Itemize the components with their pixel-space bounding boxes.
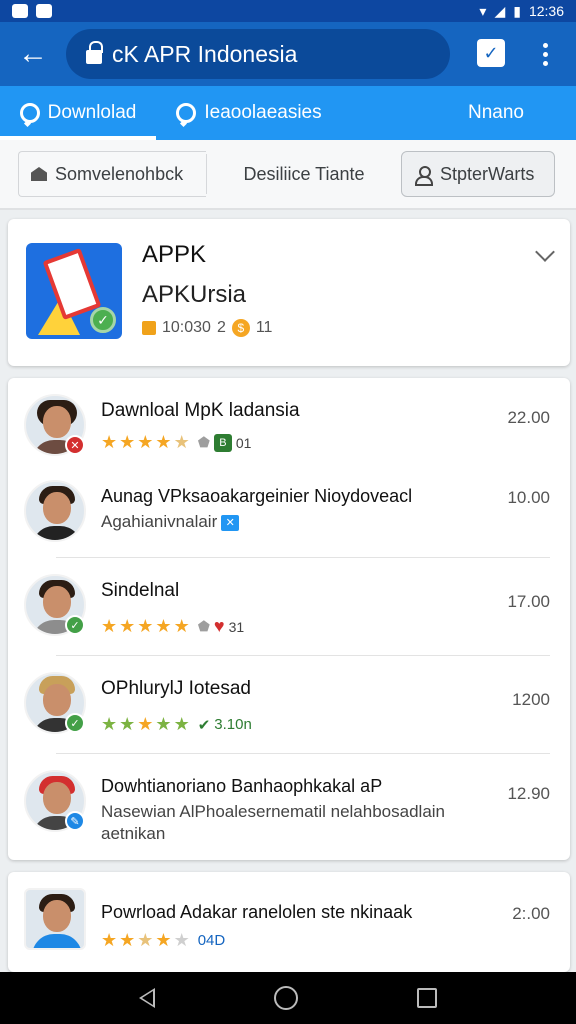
system-nav-bar xyxy=(0,972,576,1024)
filter-chip-3[interactable]: StpterWarts xyxy=(401,151,555,197)
leaf-icon: ✔ xyxy=(197,716,211,734)
tab-label: Nnano xyxy=(468,102,524,123)
battery-icon: ▮ xyxy=(513,2,521,19)
app-icon: ✓ xyxy=(26,243,122,339)
rating-stars: ★ ★ ★ ★ ★ ⬟ ♥ 31 xyxy=(101,616,245,636)
rating-stars: ★ ★ ★ ★ ★ ⬟ B 01 xyxy=(101,432,252,452)
item-title: Dawnloal MpK ladansia xyxy=(101,400,300,421)
item-subtitle: Agahianivnalair xyxy=(101,512,218,531)
tab-bar: Downlolad Ieaoolaeasies Nnano xyxy=(0,86,576,140)
status-right: ▾ ◢ ▮ 12:36 xyxy=(479,3,564,20)
badge-icon: ✓ xyxy=(65,713,85,733)
item-title: Powrload Adakar ranelolen ste nkinaak xyxy=(101,902,413,922)
tab-label: Ieaoolaeasies xyxy=(204,102,322,123)
signal-icon: ◢ xyxy=(494,2,506,19)
item-title: Sindelnal xyxy=(101,580,180,601)
list-item[interactable]: ✓ Sindelnal ★ ★ ★ ★ ★ ⬟ ♥ 31 17.00 xyxy=(8,558,570,656)
item-title: Dowhtianoriano Banhaophkakal aP xyxy=(101,776,383,796)
meta-value: 10:030 xyxy=(162,319,211,336)
item-number: 22.00 xyxy=(507,408,550,427)
rating-stars: ★ ★ ★ ★ ★ ✔ 3.10n xyxy=(101,714,252,734)
app-title: APPK xyxy=(142,241,207,268)
item-number: 1200 xyxy=(512,690,550,709)
app-info-card[interactable]: ✓ APPK APKUrsia 10:030 2 $ 11 xyxy=(8,219,570,366)
wifi-icon: ▾ xyxy=(479,2,487,19)
meta-value: 2 xyxy=(216,319,226,336)
item-number: 10.00 xyxy=(507,488,550,507)
item-tag: 04D xyxy=(197,932,226,949)
back-arrow-icon[interactable]: ← xyxy=(0,22,66,86)
status-bar: ▾ ◢ ▮ 12:36 xyxy=(0,0,576,22)
sync-icon xyxy=(36,4,52,18)
download-tab-icon xyxy=(19,103,40,123)
tab-more[interactable]: Nnano xyxy=(342,86,576,140)
item-title: OPhlurylJ Iotesad xyxy=(101,678,251,699)
item-number: 17.00 xyxy=(507,592,550,611)
filter-label: Desiliice Tiante xyxy=(243,163,365,184)
close-icon[interactable]: ✕ xyxy=(221,514,240,531)
list-item-last[interactable]: Powrload Adakar ranelolen ste nkinaak ★ ★… xyxy=(8,872,570,972)
nav-recents-icon[interactable] xyxy=(416,988,437,1008)
item-subtitle-wrap: Agahianivnalair ✕ xyxy=(101,512,240,532)
item-number: 12.90 xyxy=(507,784,550,803)
badge-icon: ✕ xyxy=(65,435,85,455)
nav-home-icon[interactable] xyxy=(273,986,298,1010)
rating-stars: ★ ★ ★ ★ ★ 04D xyxy=(101,930,226,950)
badge-icon: ✓ xyxy=(65,615,85,635)
list-item[interactable]: ✕ Dawnloal MpK ladansia ★ ★ ★ ★ ★ ⬟ B 01 22.00 xyxy=(8,378,570,476)
app-meta: 10:030 2 $ 11 xyxy=(142,319,272,337)
list-item[interactable]: Aunag VPksaoakargeinier Nioydoveacl Agah… xyxy=(8,464,570,558)
filter-chip-1[interactable]: Somvelenohbck xyxy=(18,151,206,197)
avatar xyxy=(24,480,86,542)
chevron-down-icon[interactable] xyxy=(535,242,555,262)
item-subtitle: aetnikan xyxy=(101,824,166,843)
explore-tab-icon xyxy=(176,103,197,123)
item-subtitle: Nasewian AlPhoalesernematil nelahbosadla… xyxy=(101,802,446,821)
tab-label: Downlolad xyxy=(47,102,137,123)
app-subtitle: APKUrsia xyxy=(142,281,247,308)
tab-download[interactable]: Downlolad xyxy=(0,86,156,140)
filter-label: StpterWarts xyxy=(440,163,535,184)
url-bar[interactable]: cK APR Indonesia xyxy=(66,29,450,79)
meta-value: 11 xyxy=(255,319,273,336)
download-list: ✕ Dawnloal MpK ladansia ★ ★ ★ ★ ★ ⬟ B 01 22.00… xyxy=(8,378,570,860)
url-text: cK APR Indonesia xyxy=(112,40,298,67)
coin-icon: $ xyxy=(231,319,250,337)
app-bar: ← cK APR Indonesia ✓ xyxy=(0,22,576,86)
calendar-icon xyxy=(142,321,156,335)
filter-bar: Somvelenohbck Desiliice Tiante StpterWar… xyxy=(0,140,576,210)
badge-icon: ✎ xyxy=(65,811,85,831)
person-icon xyxy=(414,165,433,186)
filter-label: Somvelenohbck xyxy=(55,163,184,184)
item-tag: 01 xyxy=(235,434,252,451)
notification-icons xyxy=(12,4,52,18)
list-item[interactable]: ✓ OPhlurylJ Iotesad ★ ★ ★ ★ ★ ✔ 3.10n 1200 xyxy=(8,656,570,754)
clock: 12:36 xyxy=(528,3,564,19)
edit-icon[interactable]: ✓ xyxy=(477,39,505,67)
item-tag: 3.10n xyxy=(214,716,252,733)
notification-icon xyxy=(12,4,28,18)
lock-icon xyxy=(86,41,103,64)
item-tag: 31 xyxy=(228,618,245,635)
more-icon[interactable] xyxy=(530,36,560,72)
avatar xyxy=(24,888,86,950)
list-item[interactable]: ✎ Dowhtianoriano Banhaophkakal aP Nasewi… xyxy=(8,754,570,860)
item-title: Aunag VPksaoakargeinier Nioydoveacl xyxy=(101,486,413,506)
nav-back-icon[interactable] xyxy=(139,988,156,1008)
filter-chip-2[interactable]: Desiliice Tiante xyxy=(207,151,401,197)
house-icon xyxy=(31,167,47,181)
item-number: 2:.00 xyxy=(512,904,550,923)
tab-explore[interactable]: Ieaoolaeasies xyxy=(156,86,342,140)
